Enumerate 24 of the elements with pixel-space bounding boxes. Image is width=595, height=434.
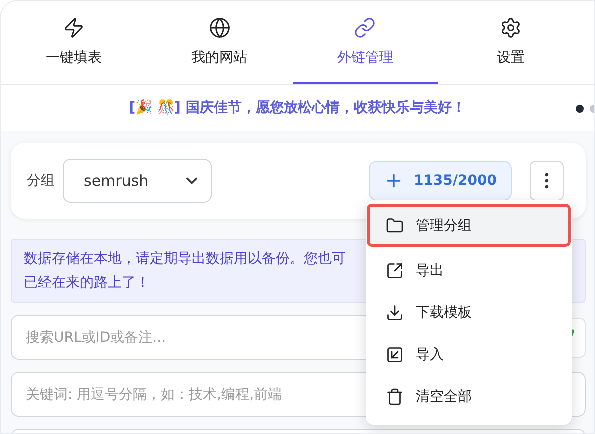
export-icon xyxy=(386,262,404,280)
more-icon xyxy=(545,173,549,189)
menu-item[interactable]: 清空全部 xyxy=(370,376,568,418)
more-button[interactable] xyxy=(530,161,564,201)
folder-icon xyxy=(386,216,404,234)
tab[interactable]: 一键填表 xyxy=(1,1,147,84)
settings-icon xyxy=(500,16,522,38)
notice-text: 已经在来的路上了！ xyxy=(24,274,150,293)
link-icon xyxy=(354,16,376,38)
download-icon xyxy=(386,304,404,322)
lightning-icon xyxy=(62,16,85,38)
import-icon xyxy=(386,346,404,364)
tab[interactable]: 我的网站 xyxy=(146,1,292,84)
menu-item[interactable]: 管理分组 xyxy=(370,207,568,244)
group-label: 分组 xyxy=(27,172,55,190)
announcement-text: [🎉 🎊] 国庆佳节，愿您放松心情，收获快乐与美好！ xyxy=(129,99,466,117)
notice-text: 数据存储在本地，请定期导出数据用以备份。您也可 xyxy=(24,250,346,269)
globe-icon xyxy=(208,16,231,38)
menu-item[interactable]: 导出 xyxy=(370,250,568,292)
tab[interactable]: 设置 xyxy=(438,1,584,84)
trash-icon xyxy=(386,388,404,406)
add-button[interactable]: 1135/2000 xyxy=(368,161,512,201)
group-select[interactable]: semrush xyxy=(63,159,212,203)
carousel-dot[interactable] xyxy=(576,105,584,113)
